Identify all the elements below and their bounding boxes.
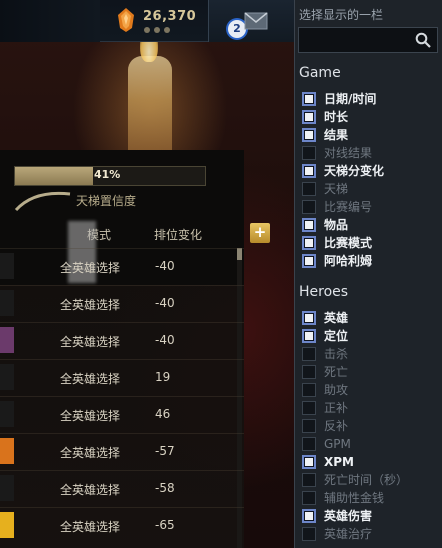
column-option-label: XPM (324, 455, 354, 469)
column-option-label: 辅助性金钱 (324, 491, 385, 505)
column-option-label: 比赛模式 (324, 236, 373, 250)
checkbox[interactable] (302, 491, 316, 505)
match-row[interactable]: 全英雄选择 -57 (0, 433, 244, 469)
checkbox[interactable] (302, 509, 316, 523)
column-option-label: 击杀 (324, 347, 349, 361)
match-mode: 全英雄选择 (60, 520, 121, 534)
hero-portrait (0, 290, 14, 316)
column-option-label: 死亡 (324, 365, 349, 379)
checkbox[interactable] (302, 92, 316, 106)
checkbox[interactable] (302, 164, 316, 178)
column-option-label: 英雄伤害 (324, 509, 373, 523)
checkbox[interactable] (302, 455, 316, 469)
column-option-label: 死亡时间（秒） (324, 473, 409, 487)
rank-change-value: 46 (155, 407, 171, 421)
column-option-label: 助攻 (324, 383, 349, 397)
hero-portrait (0, 364, 14, 390)
checkbox[interactable] (302, 254, 316, 268)
checkbox[interactable] (302, 527, 316, 541)
checkbox[interactable] (302, 110, 316, 124)
shard-count: 26,370 (143, 9, 197, 24)
rank-change-value: -40 (155, 259, 175, 273)
mail-icon[interactable] (244, 12, 268, 30)
hero-portrait (0, 475, 14, 501)
column-option-label: 反补 (324, 419, 349, 433)
top-bar-left-section (0, 0, 100, 42)
checkbox[interactable] (302, 383, 316, 397)
match-row[interactable]: 全英雄选择 -65 (0, 507, 244, 543)
column-option-label: 英雄治疗 (324, 527, 373, 541)
rank-change-value: -40 (155, 296, 175, 310)
match-mode: 全英雄选择 (60, 261, 121, 275)
rank-change-value: -40 (155, 333, 175, 347)
match-mode: 全英雄选择 (60, 372, 121, 386)
match-row[interactable]: 全英雄选择 -40 (0, 322, 244, 358)
group-title: Heroes (299, 284, 349, 300)
match-mode: 全英雄选择 (60, 409, 121, 423)
match-row[interactable]: 全英雄选择 -40 (0, 248, 244, 284)
match-mode: 全英雄选择 (60, 335, 121, 349)
rank-change-value: -58 (155, 481, 175, 495)
checkbox[interactable] (302, 182, 316, 196)
hero-portrait (0, 512, 14, 538)
match-row[interactable]: 全英雄选择 -58 (0, 470, 244, 506)
column-option-label: 日期/时间 (324, 92, 377, 106)
match-mode: 全英雄选择 (60, 298, 121, 312)
hero-portrait (0, 327, 14, 353)
group-title: Game (299, 65, 341, 81)
match-mode: 全英雄选择 (60, 446, 121, 460)
checkbox[interactable] (302, 311, 316, 325)
confidence-label: 天梯置信度 (76, 194, 137, 208)
checkbox[interactable] (302, 218, 316, 232)
column-option-label: 英雄 (324, 311, 349, 325)
checkbox[interactable] (302, 128, 316, 142)
rank-change-value: -65 (155, 518, 175, 532)
column-header-rank-change[interactable]: 排位变化 (154, 226, 202, 243)
column-option-label: 结果 (324, 128, 349, 142)
checkbox[interactable] (302, 347, 316, 361)
column-option-label: 天梯分变化 (324, 164, 385, 178)
column-option-label: 时长 (324, 110, 349, 124)
checkbox[interactable] (302, 473, 316, 487)
column-option-label: 对线结果 (324, 146, 373, 160)
shard-dots-indicator (144, 27, 170, 33)
add-column-button[interactable]: + (250, 223, 270, 243)
hero-portrait (0, 438, 14, 464)
column-option-label: 阿哈利姆 (324, 254, 373, 268)
checkbox[interactable] (302, 329, 316, 343)
checkbox[interactable] (302, 200, 316, 214)
column-option-label: GPM (324, 437, 351, 451)
hero-portrait (0, 401, 14, 427)
rank-change-value: 19 (155, 370, 171, 384)
match-row[interactable]: 全英雄选择 46 (0, 396, 244, 432)
checkbox[interactable] (302, 437, 316, 451)
confidence-percent: 41% (94, 168, 121, 181)
match-row[interactable]: 全英雄选择 -40 (0, 285, 244, 321)
search-icon[interactable] (415, 32, 431, 48)
checkbox[interactable] (302, 365, 316, 379)
column-chooser-panel (294, 0, 442, 548)
shard-currency-icon (118, 8, 134, 32)
match-mode: 全英雄选择 (60, 483, 121, 497)
column-chooser-title: 选择显示的一栏 (299, 8, 384, 22)
checkbox[interactable] (302, 419, 316, 433)
column-option-label: 比赛编号 (324, 200, 373, 214)
hero-portrait (0, 253, 14, 279)
checkbox[interactable] (302, 236, 316, 250)
match-row[interactable]: 全英雄选择 19 (0, 359, 244, 395)
column-option-label: 正补 (324, 401, 349, 415)
column-option-label: 物品 (324, 218, 349, 232)
column-option-label: 定位 (324, 329, 349, 343)
column-option-label: 天梯 (324, 182, 349, 196)
checkbox[interactable] (302, 401, 316, 415)
checkbox[interactable] (302, 146, 316, 160)
confidence-progress-fill (15, 167, 93, 185)
confidence-arc-icon (14, 191, 71, 212)
rank-change-value: -57 (155, 444, 175, 458)
